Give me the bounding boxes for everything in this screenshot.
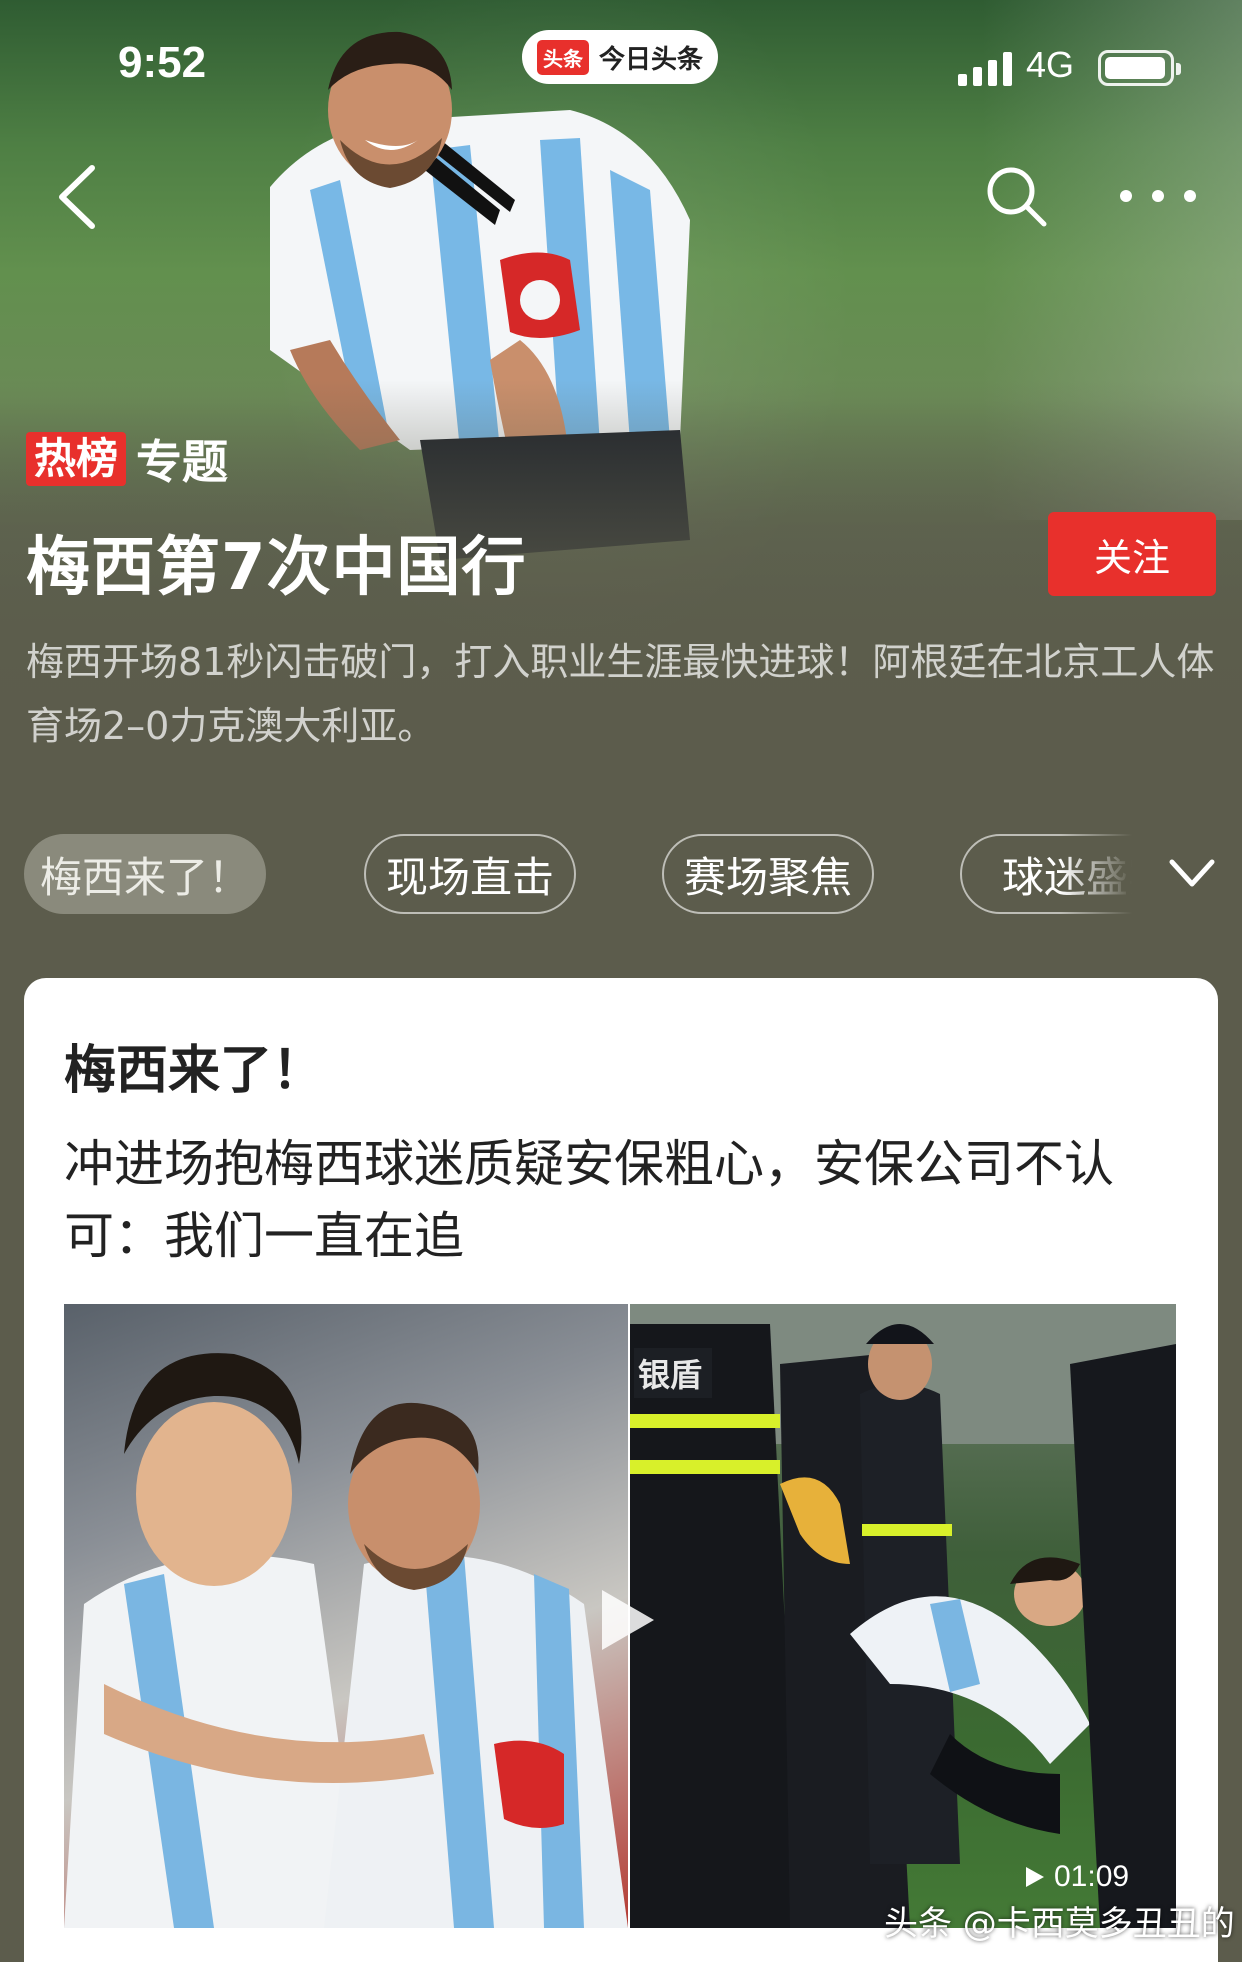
video-duration: 01:09 — [1024, 1860, 1129, 1894]
signal-icon — [958, 52, 1012, 86]
security-illustration: 银盾 — [630, 1304, 1176, 1928]
network-type: 4G — [1026, 44, 1075, 85]
more-dots-icon[interactable] — [1116, 176, 1200, 216]
tab-match-focus[interactable]: 赛场聚焦 — [662, 834, 874, 914]
news-card: 梅西来了！ 冲进场抱梅西球迷质疑安保粗心，安保公司不认可：我们一直在追 银盾 0… — [24, 978, 1218, 1962]
thumbnail-left-photo — [64, 1304, 628, 1928]
search-icon[interactable] — [984, 164, 1048, 228]
tab-messi-arrives[interactable]: 梅西来了！ — [24, 834, 266, 914]
topic-title: 梅西第7次中国行 — [26, 531, 527, 605]
topic-tabs: 梅西来了！ 现场直击 赛场聚焦 球迷盛宴 — [24, 834, 1164, 914]
tab-live-scene[interactable]: 现场直击 — [364, 834, 576, 914]
app-name: 今日头条 — [598, 44, 703, 75]
thumbnail-right-photo: 银盾 — [630, 1304, 1176, 1928]
topic-tag: 热榜 专题 — [26, 426, 228, 492]
follow-button[interactable]: 关注 — [1048, 512, 1216, 596]
app-logo: 头条 — [536, 39, 589, 75]
play-icon[interactable] — [582, 1580, 662, 1660]
topic-label: 专题 — [136, 435, 229, 489]
video-duration-text: 01:09 — [1054, 1860, 1130, 1893]
status-time: 9:52 — [118, 38, 207, 87]
app-pill[interactable]: 头条 今日头条 — [522, 30, 718, 84]
hot-list-badge: 热榜 — [26, 431, 127, 487]
battery-icon — [1098, 50, 1181, 86]
video-thumbnail[interactable]: 银盾 01:09 — [64, 1304, 1176, 1928]
back-chevron-icon[interactable] — [52, 162, 102, 232]
article-title-link[interactable]: 冲进场抱梅西球迷质疑安保粗心，安保公司不认可：我们一直在追 — [64, 1128, 1184, 1272]
source-watermark: 头条 @卡西莫多丑丑的 — [884, 1904, 1235, 1944]
card-heading: 梅西来了！ — [64, 1041, 325, 1101]
topic-description: 梅西开场81秒闪击破门，打入职业生涯最快进球！阿根廷在北京工人体育场2–0力克澳… — [26, 640, 1215, 748]
chevron-down-icon[interactable] — [1166, 852, 1218, 896]
security-vest-text: 银盾 — [638, 1356, 702, 1394]
tabs-fade — [1060, 830, 1180, 918]
play-small-icon — [1026, 1867, 1044, 1887]
hug-illustration — [64, 1353, 628, 1928]
topic-hero: 9:52 头条 今日头条 4G 热榜 专题 梅西第7次中国行 关注 梅西开场81… — [0, 0, 1242, 800]
